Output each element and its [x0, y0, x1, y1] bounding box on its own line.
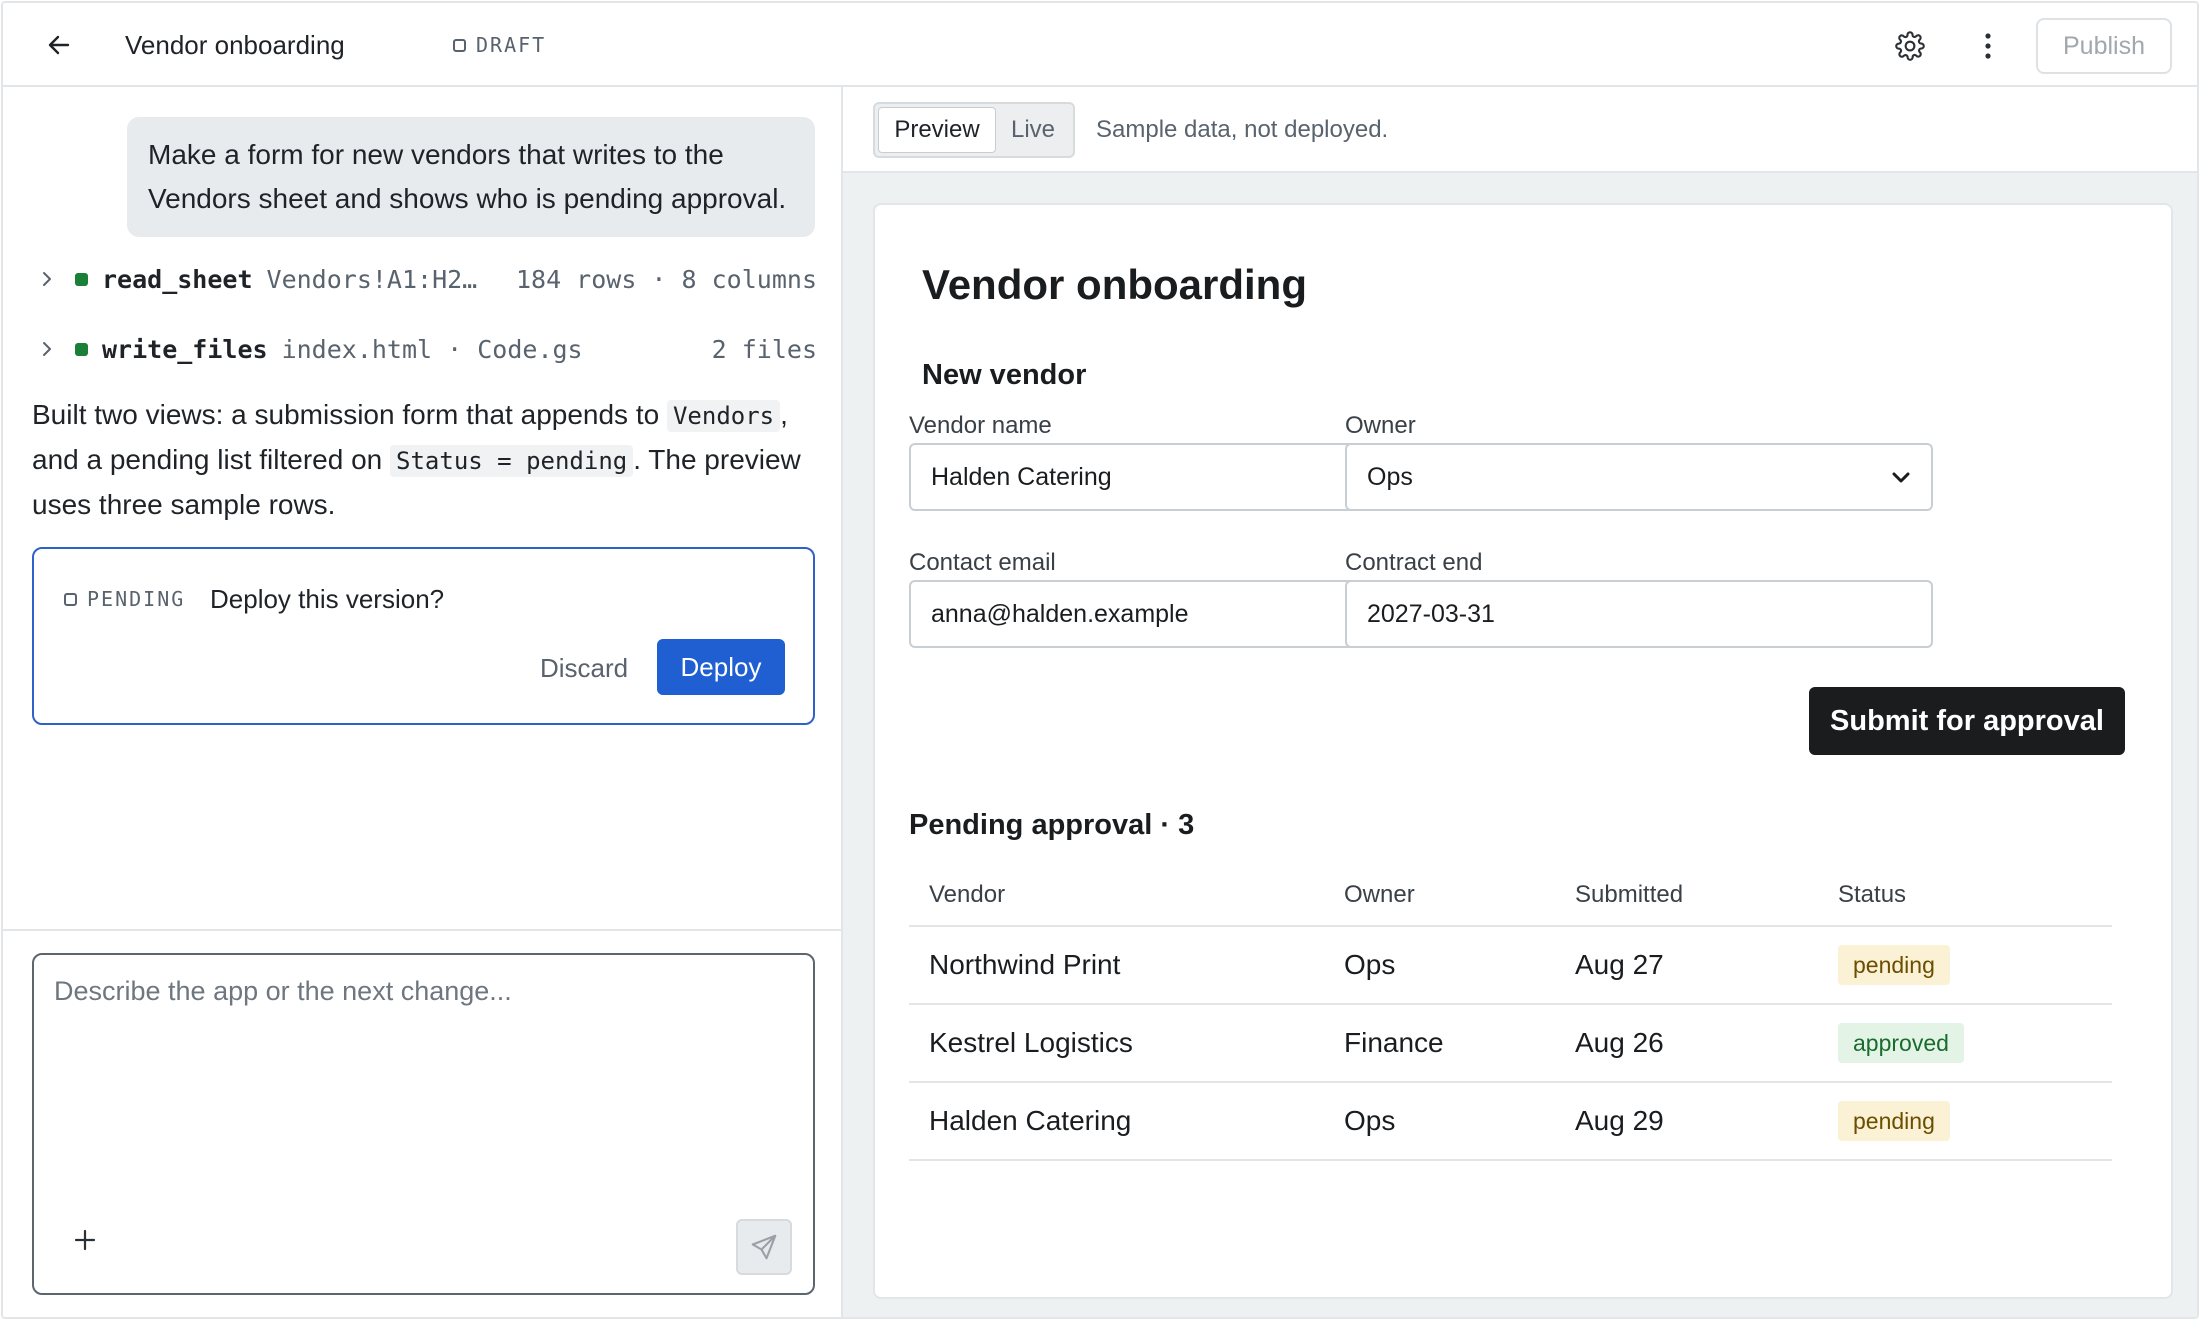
preview-toolbar: Preview Live Sample data, not deployed.	[843, 87, 2197, 173]
submitted-cell: Aug 29	[1575, 1105, 1664, 1136]
status-cell: pending	[1838, 1101, 1950, 1141]
pending-table-title: Pending approval · 3	[909, 809, 1195, 841]
add-attachment-icon[interactable]	[68, 1223, 102, 1257]
submitted-cell: Aug 27	[1575, 949, 1664, 980]
tab-preview[interactable]: Preview	[878, 107, 996, 153]
owner-cell: Ops	[1344, 1105, 1396, 1136]
column-header-vendor: Vendor	[929, 881, 1006, 908]
status-square-icon	[64, 592, 77, 606]
submitted-cell: Aug 26	[1575, 1027, 1664, 1058]
tab-live[interactable]: Live	[996, 107, 1070, 153]
pending-status-label: PENDING	[87, 587, 186, 611]
success-dot-icon	[75, 272, 88, 286]
inline-code: Vendors	[666, 400, 781, 432]
status-badge: pending	[1838, 1101, 1950, 1141]
chevron-down-icon	[1891, 463, 1911, 492]
prompt-input[interactable]	[54, 971, 794, 1121]
user-message-bubble: Make a form for new vendors that writes …	[127, 117, 815, 237]
chat-pane: Make a form for new vendors that writes …	[3, 87, 843, 1317]
owner-cell: Ops	[1344, 949, 1396, 980]
top-bar: Vendor onboarding DRAFT Publish	[3, 3, 2197, 87]
status-badge: approved	[1838, 1023, 1964, 1063]
owner-selected-value: Ops	[1367, 462, 1413, 491]
deploy-button[interactable]: Deploy	[657, 639, 785, 695]
deploy-question: Deploy this version?	[210, 584, 445, 614]
table-row: Northwind Print Ops Aug 27 pending	[909, 927, 2112, 1005]
vendor-cell: Northwind Print	[929, 949, 1121, 980]
tool-result-meta: 2 files	[711, 334, 817, 364]
assistant-message: Built two views: a submission form that …	[32, 393, 822, 527]
tool-argument: index.html · Code.gs	[281, 334, 583, 364]
tool-result-meta: 184 rows · 8 columns	[515, 264, 817, 294]
tool-name: write_files	[102, 334, 268, 364]
form-title: Vendor onboarding	[922, 261, 1307, 308]
chevron-right-icon	[37, 339, 57, 359]
table-header-row: Vendor Owner Submitted Status	[909, 865, 2112, 927]
pending-approval-table: Vendor Owner Submitted Status Northwind …	[909, 865, 2112, 1161]
composer-box	[32, 953, 815, 1295]
form-section-title: New vendor	[922, 359, 1087, 391]
preview-live-toggle: Preview Live	[873, 102, 1075, 158]
preview-pane: Preview Live Sample data, not deployed. …	[843, 87, 2197, 1317]
assistant-text: Built two views: a submission form that …	[32, 399, 667, 430]
app-title: Vendor onboarding	[125, 30, 345, 60]
vendor-cell: Halden Catering	[929, 1105, 1132, 1136]
table-row: Halden Catering Ops Aug 29 pending	[909, 1083, 2112, 1161]
preview-note: Sample data, not deployed.	[1096, 116, 1389, 143]
contract-end-field[interactable]	[1345, 580, 1933, 648]
back-arrow-icon[interactable]	[41, 27, 77, 63]
tool-call-read-sheet[interactable]: read_sheet Vendors!A1:H2… 184 rows · 8 c…	[37, 259, 817, 299]
column-header-owner: Owner	[1344, 881, 1415, 908]
contact-email-label: Contact email	[909, 549, 1056, 576]
draft-status-badge: DRAFT	[453, 33, 546, 57]
more-options-icon[interactable]	[1969, 27, 2007, 65]
send-icon[interactable]	[736, 1219, 792, 1275]
vendor-name-label: Vendor name	[909, 412, 1052, 439]
tool-name: read_sheet	[102, 264, 253, 294]
status-cell: approved	[1838, 1023, 1964, 1063]
column-header-submitted: Submitted	[1575, 881, 1684, 908]
status-badge: pending	[1838, 945, 1950, 985]
owner-cell: Finance	[1344, 1027, 1444, 1058]
contract-end-label: Contract end	[1345, 549, 1483, 576]
chevron-right-icon	[37, 269, 57, 289]
status-cell: pending	[1838, 945, 1950, 985]
app-window: Vendor onboarding DRAFT Publish Make a f…	[1, 1, 2199, 1319]
owner-select[interactable]: Ops	[1345, 443, 1933, 511]
app-preview-card: Vendor onboarding New vendor Vendor name…	[873, 203, 2173, 1299]
owner-label: Owner	[1345, 412, 1416, 439]
tool-call-write-files[interactable]: write_files index.html · Code.gs 2 files	[37, 329, 817, 369]
inline-code: Status = pending	[390, 445, 634, 477]
table-row: Kestrel Logistics Finance Aug 26 approve…	[909, 1005, 2112, 1083]
status-square-icon	[453, 38, 466, 52]
pending-status-badge: PENDING	[64, 587, 185, 611]
submit-for-approval-button[interactable]: Submit for approval	[1809, 687, 2125, 755]
tool-argument: Vendors!A1:H2…	[266, 264, 478, 294]
draft-status-label: DRAFT	[476, 33, 547, 57]
vendor-cell: Kestrel Logistics	[929, 1027, 1133, 1058]
column-header-status: Status	[1838, 881, 1907, 908]
pending-deploy-card: PENDING Deploy this version? Discard Dep…	[32, 547, 815, 725]
success-dot-icon	[75, 342, 88, 356]
composer-area	[3, 929, 841, 1317]
settings-gear-icon[interactable]	[1891, 27, 1929, 65]
publish-button[interactable]: Publish	[2036, 18, 2172, 74]
discard-button[interactable]: Discard	[520, 641, 648, 695]
